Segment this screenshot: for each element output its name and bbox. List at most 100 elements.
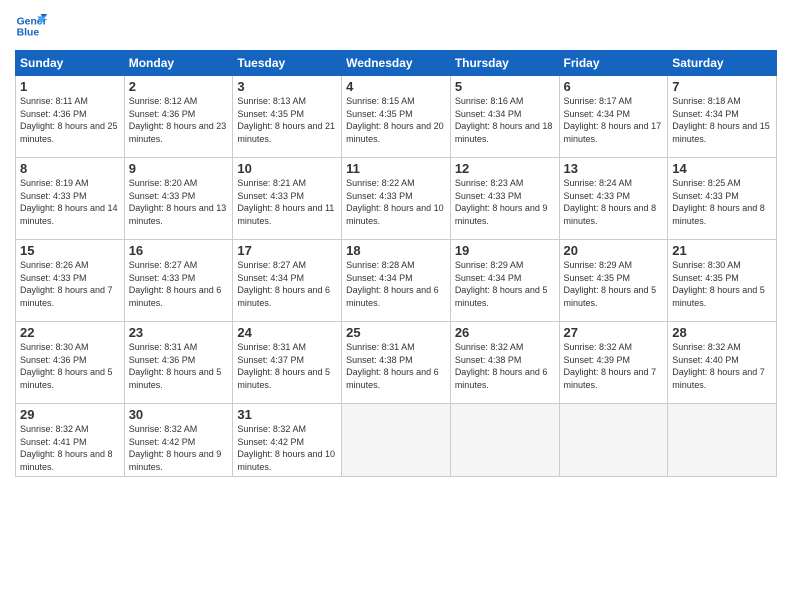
calendar-body: 1 Sunrise: 8:11 AM Sunset: 4:36 PM Dayli… <box>16 76 777 477</box>
day-number: 19 <box>455 243 555 258</box>
calendar-cell: 1 Sunrise: 8:11 AM Sunset: 4:36 PM Dayli… <box>16 76 125 158</box>
day-number: 18 <box>346 243 446 258</box>
day-info: Sunrise: 8:23 AM Sunset: 4:33 PM Dayligh… <box>455 177 555 227</box>
calendar-cell: 2 Sunrise: 8:12 AM Sunset: 4:36 PM Dayli… <box>124 76 233 158</box>
calendar-cell: 21 Sunrise: 8:30 AM Sunset: 4:35 PM Dayl… <box>668 240 777 322</box>
header-tuesday: Tuesday <box>233 51 342 76</box>
header-saturday: Saturday <box>668 51 777 76</box>
day-info: Sunrise: 8:31 AM Sunset: 4:38 PM Dayligh… <box>346 341 446 391</box>
calendar-cell: 12 Sunrise: 8:23 AM Sunset: 4:33 PM Dayl… <box>450 158 559 240</box>
day-info: Sunrise: 8:22 AM Sunset: 4:33 PM Dayligh… <box>346 177 446 227</box>
calendar-cell: 30 Sunrise: 8:32 AM Sunset: 4:42 PM Dayl… <box>124 404 233 477</box>
calendar-cell: 19 Sunrise: 8:29 AM Sunset: 4:34 PM Dayl… <box>450 240 559 322</box>
day-info: Sunrise: 8:27 AM Sunset: 4:33 PM Dayligh… <box>129 259 229 309</box>
calendar-cell <box>668 404 777 477</box>
day-info: Sunrise: 8:32 AM Sunset: 4:41 PM Dayligh… <box>20 423 120 473</box>
day-number: 17 <box>237 243 337 258</box>
day-info: Sunrise: 8:32 AM Sunset: 4:42 PM Dayligh… <box>237 423 337 473</box>
day-number: 29 <box>20 407 120 422</box>
week-row: 15 Sunrise: 8:26 AM Sunset: 4:33 PM Dayl… <box>16 240 777 322</box>
calendar-header-row: SundayMondayTuesdayWednesdayThursdayFrid… <box>16 51 777 76</box>
day-number: 25 <box>346 325 446 340</box>
day-number: 31 <box>237 407 337 422</box>
calendar-cell: 17 Sunrise: 8:27 AM Sunset: 4:34 PM Dayl… <box>233 240 342 322</box>
calendar-cell: 3 Sunrise: 8:13 AM Sunset: 4:35 PM Dayli… <box>233 76 342 158</box>
calendar-cell: 4 Sunrise: 8:15 AM Sunset: 4:35 PM Dayli… <box>342 76 451 158</box>
day-info: Sunrise: 8:11 AM Sunset: 4:36 PM Dayligh… <box>20 95 120 145</box>
day-number: 2 <box>129 79 229 94</box>
calendar-cell: 9 Sunrise: 8:20 AM Sunset: 4:33 PM Dayli… <box>124 158 233 240</box>
day-info: Sunrise: 8:12 AM Sunset: 4:36 PM Dayligh… <box>129 95 229 145</box>
day-number: 24 <box>237 325 337 340</box>
day-info: Sunrise: 8:30 AM Sunset: 4:35 PM Dayligh… <box>672 259 772 309</box>
day-number: 8 <box>20 161 120 176</box>
day-number: 15 <box>20 243 120 258</box>
day-number: 4 <box>346 79 446 94</box>
day-number: 11 <box>346 161 446 176</box>
day-number: 14 <box>672 161 772 176</box>
day-info: Sunrise: 8:24 AM Sunset: 4:33 PM Dayligh… <box>564 177 664 227</box>
week-row: 29 Sunrise: 8:32 AM Sunset: 4:41 PM Dayl… <box>16 404 777 477</box>
calendar-cell: 27 Sunrise: 8:32 AM Sunset: 4:39 PM Dayl… <box>559 322 668 404</box>
calendar-table: SundayMondayTuesdayWednesdayThursdayFrid… <box>15 50 777 477</box>
day-number: 27 <box>564 325 664 340</box>
day-number: 23 <box>129 325 229 340</box>
day-number: 28 <box>672 325 772 340</box>
day-info: Sunrise: 8:19 AM Sunset: 4:33 PM Dayligh… <box>20 177 120 227</box>
day-info: Sunrise: 8:32 AM Sunset: 4:38 PM Dayligh… <box>455 341 555 391</box>
calendar-cell: 14 Sunrise: 8:25 AM Sunset: 4:33 PM Dayl… <box>668 158 777 240</box>
day-info: Sunrise: 8:30 AM Sunset: 4:36 PM Dayligh… <box>20 341 120 391</box>
day-info: Sunrise: 8:16 AM Sunset: 4:34 PM Dayligh… <box>455 95 555 145</box>
day-number: 13 <box>564 161 664 176</box>
calendar-cell: 25 Sunrise: 8:31 AM Sunset: 4:38 PM Dayl… <box>342 322 451 404</box>
day-number: 5 <box>455 79 555 94</box>
calendar-cell: 15 Sunrise: 8:26 AM Sunset: 4:33 PM Dayl… <box>16 240 125 322</box>
calendar-cell: 16 Sunrise: 8:27 AM Sunset: 4:33 PM Dayl… <box>124 240 233 322</box>
calendar-cell: 11 Sunrise: 8:22 AM Sunset: 4:33 PM Dayl… <box>342 158 451 240</box>
week-row: 1 Sunrise: 8:11 AM Sunset: 4:36 PM Dayli… <box>16 76 777 158</box>
calendar-cell <box>559 404 668 477</box>
calendar-cell: 18 Sunrise: 8:28 AM Sunset: 4:34 PM Dayl… <box>342 240 451 322</box>
calendar-cell: 24 Sunrise: 8:31 AM Sunset: 4:37 PM Dayl… <box>233 322 342 404</box>
day-number: 21 <box>672 243 772 258</box>
day-number: 7 <box>672 79 772 94</box>
calendar-cell: 10 Sunrise: 8:21 AM Sunset: 4:33 PM Dayl… <box>233 158 342 240</box>
day-info: Sunrise: 8:32 AM Sunset: 4:39 PM Dayligh… <box>564 341 664 391</box>
week-row: 8 Sunrise: 8:19 AM Sunset: 4:33 PM Dayli… <box>16 158 777 240</box>
day-number: 22 <box>20 325 120 340</box>
day-info: Sunrise: 8:29 AM Sunset: 4:35 PM Dayligh… <box>564 259 664 309</box>
calendar-cell: 29 Sunrise: 8:32 AM Sunset: 4:41 PM Dayl… <box>16 404 125 477</box>
logo-icon: General Blue <box>15 10 47 42</box>
svg-text:Blue: Blue <box>17 28 40 39</box>
day-number: 9 <box>129 161 229 176</box>
day-info: Sunrise: 8:32 AM Sunset: 4:40 PM Dayligh… <box>672 341 772 391</box>
day-number: 16 <box>129 243 229 258</box>
day-number: 20 <box>564 243 664 258</box>
calendar-cell: 6 Sunrise: 8:17 AM Sunset: 4:34 PM Dayli… <box>559 76 668 158</box>
calendar-cell: 20 Sunrise: 8:29 AM Sunset: 4:35 PM Dayl… <box>559 240 668 322</box>
day-info: Sunrise: 8:28 AM Sunset: 4:34 PM Dayligh… <box>346 259 446 309</box>
calendar-cell: 31 Sunrise: 8:32 AM Sunset: 4:42 PM Dayl… <box>233 404 342 477</box>
header-wednesday: Wednesday <box>342 51 451 76</box>
week-row: 22 Sunrise: 8:30 AM Sunset: 4:36 PM Dayl… <box>16 322 777 404</box>
calendar-cell: 23 Sunrise: 8:31 AM Sunset: 4:36 PM Dayl… <box>124 322 233 404</box>
calendar-cell <box>342 404 451 477</box>
day-info: Sunrise: 8:26 AM Sunset: 4:33 PM Dayligh… <box>20 259 120 309</box>
day-number: 30 <box>129 407 229 422</box>
calendar-cell: 22 Sunrise: 8:30 AM Sunset: 4:36 PM Dayl… <box>16 322 125 404</box>
calendar-cell: 8 Sunrise: 8:19 AM Sunset: 4:33 PM Dayli… <box>16 158 125 240</box>
day-number: 10 <box>237 161 337 176</box>
header-thursday: Thursday <box>450 51 559 76</box>
day-info: Sunrise: 8:25 AM Sunset: 4:33 PM Dayligh… <box>672 177 772 227</box>
day-info: Sunrise: 8:13 AM Sunset: 4:35 PM Dayligh… <box>237 95 337 145</box>
day-info: Sunrise: 8:31 AM Sunset: 4:36 PM Dayligh… <box>129 341 229 391</box>
day-number: 3 <box>237 79 337 94</box>
calendar-cell: 13 Sunrise: 8:24 AM Sunset: 4:33 PM Dayl… <box>559 158 668 240</box>
calendar-cell: 5 Sunrise: 8:16 AM Sunset: 4:34 PM Dayli… <box>450 76 559 158</box>
day-number: 6 <box>564 79 664 94</box>
calendar-cell: 26 Sunrise: 8:32 AM Sunset: 4:38 PM Dayl… <box>450 322 559 404</box>
day-number: 1 <box>20 79 120 94</box>
day-info: Sunrise: 8:29 AM Sunset: 4:34 PM Dayligh… <box>455 259 555 309</box>
day-info: Sunrise: 8:27 AM Sunset: 4:34 PM Dayligh… <box>237 259 337 309</box>
day-info: Sunrise: 8:32 AM Sunset: 4:42 PM Dayligh… <box>129 423 229 473</box>
